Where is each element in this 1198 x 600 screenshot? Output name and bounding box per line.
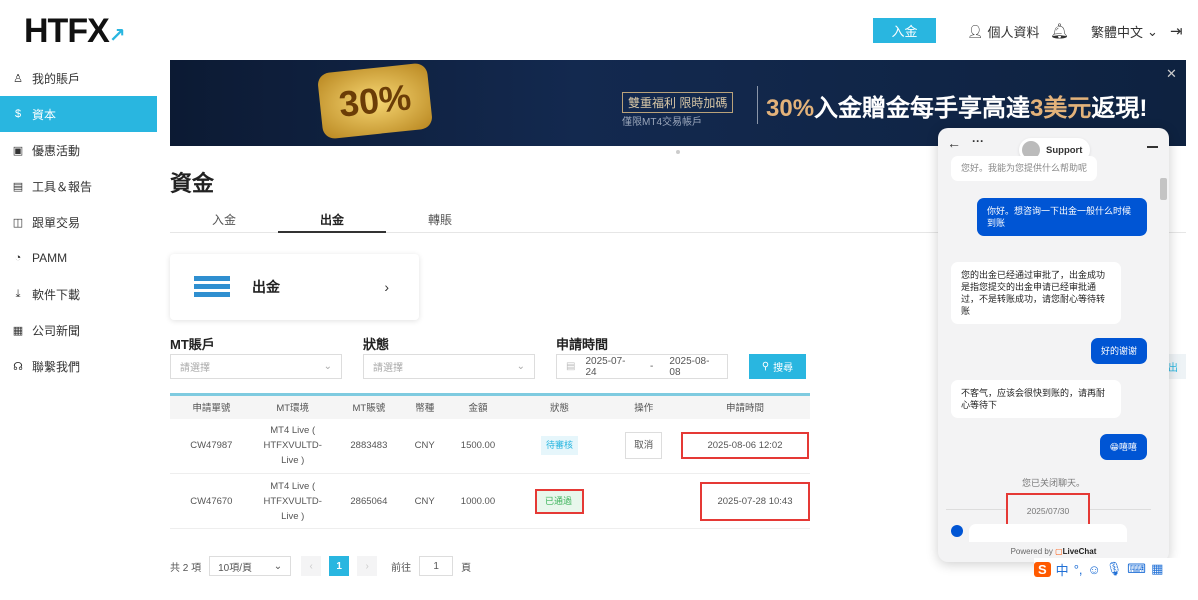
withdraw-table: 申請單號 MT環境 MT賬號 幣種 金額 狀態 操作 申請時間 CW47987 MT4 Liv… bbox=[170, 393, 810, 529]
minimize-icon[interactable] bbox=[1147, 146, 1158, 148]
chat-date: 2025/07/30 bbox=[1006, 493, 1090, 528]
book-icon: ▤ bbox=[12, 180, 24, 193]
chat-message: 😁嘻嘻 bbox=[1099, 434, 1147, 460]
powered-by[interactable]: Powered by ▢LiveChat bbox=[938, 547, 1169, 556]
user-icon: ♙ bbox=[13, 72, 23, 85]
gold-30-badge: 30% bbox=[316, 62, 434, 140]
sidebar-item-tools[interactable]: ▤ 工具＆報告 bbox=[0, 168, 157, 204]
arrow-icon: ↗ bbox=[108, 25, 126, 47]
chat-message: 您好。我能为您提供什么帮助呢 bbox=[951, 156, 1098, 181]
htfx-logo[interactable]: HTFX↗ bbox=[24, 12, 126, 51]
status-select[interactable]: 請選擇 ⌄ bbox=[363, 354, 535, 379]
table-header: 申請單號 MT環境 MT賬號 幣種 金額 狀態 操作 申請時間 bbox=[170, 394, 810, 419]
news-icon: ▦ bbox=[12, 324, 24, 337]
page-size-select[interactable]: 10項/頁 ⌄ bbox=[209, 556, 292, 576]
date-range-picker[interactable]: ▤ 2025-07-24-2025-08-08 bbox=[556, 354, 728, 379]
close-icon[interactable]: ✕ bbox=[1166, 66, 1177, 82]
chat-message: 不客气，应该会很快到账的，请再耐心等待下 bbox=[951, 380, 1121, 418]
scrollbar[interactable] bbox=[1160, 178, 1167, 200]
sidebar-item-promotions[interactable]: ▣ 優惠活動 bbox=[0, 132, 157, 168]
sidebar-item-account[interactable]: ♙ 我的賬戶 bbox=[0, 60, 157, 96]
banner-headline: 30%入金贈金每手享高達3美元返現! bbox=[766, 95, 1148, 122]
account-label: MT賬戶 bbox=[170, 337, 215, 352]
logout-icon[interactable]: ⇥ bbox=[1170, 22, 1183, 40]
back-arrow-icon[interactable]: ← bbox=[947, 135, 961, 151]
chevron-down-icon: ⌄ bbox=[1147, 23, 1158, 39]
mic-icon: 🎙︎ bbox=[1105, 561, 1123, 576]
livechat-icon: ▢ bbox=[1055, 547, 1063, 556]
search-button[interactable]: ⚲ 搜尋 bbox=[749, 354, 806, 379]
calendar-icon: ▤ bbox=[566, 361, 576, 372]
chevron-down-icon: ⌄ bbox=[323, 361, 332, 372]
banner-subtitle: 僅限MT4交易帳戶 bbox=[622, 117, 702, 128]
search-icon: ⚲ bbox=[761, 361, 770, 372]
chevron-down-icon: ⌄ bbox=[273, 560, 283, 572]
goto-page-input[interactable]: 1 bbox=[419, 556, 454, 576]
sidebar-item-contact[interactable]: ☊ 聯繫我們 bbox=[0, 348, 157, 384]
emoji-icon: ☺ bbox=[1087, 561, 1101, 577]
more-icon[interactable]: ··· bbox=[972, 134, 984, 148]
banner-tag: 雙重福利 限時加碼 bbox=[622, 92, 734, 113]
profile-link[interactable]: 👤︎ 個人資料 bbox=[967, 22, 1040, 41]
sidebar: ♙ 我的賬戶 $ 資本 ▣ 優惠活動 ▤ 工具＆報告 ◫ 跟單交易 ◔ PAMM ⤓ 軟件下載… bbox=[0, 60, 157, 384]
sogou-icon: S bbox=[1034, 561, 1051, 577]
tab-withdraw[interactable]: 出金 bbox=[278, 211, 386, 233]
download-icon: ⤓ bbox=[15, 287, 21, 300]
time-cell: 2025-07-28 10:43 bbox=[700, 481, 810, 521]
punctuation-icon: °, bbox=[1073, 561, 1083, 577]
tab-transfer[interactable]: 轉賬 bbox=[386, 211, 494, 228]
deposit-button[interactable]: 入金 bbox=[873, 18, 936, 43]
tab-deposit[interactable]: 入金 bbox=[170, 211, 278, 228]
account-select[interactable]: 請選擇 ⌄ bbox=[170, 354, 342, 379]
pagination: 共 2 項 10項/頁 ⌄ ‹ 1 › 前往 1 頁 bbox=[170, 556, 471, 576]
chat-message: 好的谢谢 bbox=[1090, 338, 1147, 364]
keyboard-icon: ⌨ bbox=[1127, 561, 1147, 576]
pie-icon: ◔ bbox=[14, 252, 22, 264]
chat-closed-notice: 您已关闭聊天。 bbox=[1021, 478, 1085, 488]
withdraw-icon bbox=[194, 276, 230, 298]
chat-message: 你好。想咨询一下出金一般什么时候到账 bbox=[977, 198, 1147, 236]
chevron-down-icon: ⌄ bbox=[516, 361, 525, 372]
banner-divider bbox=[757, 86, 758, 124]
table-row: CW47987 MT4 Live ( HTFXVULTD-Live ) 2883… bbox=[170, 418, 810, 474]
carousel-dot[interactable] bbox=[676, 150, 680, 154]
sidebar-item-capital[interactable]: $ 資本 bbox=[0, 96, 157, 132]
headset-icon: ☊ bbox=[13, 360, 23, 373]
language-select[interactable]: 繁體中文 ⌄ bbox=[1091, 22, 1158, 41]
withdraw-card[interactable]: 出金 › bbox=[170, 254, 419, 320]
user-icon: 👤︎ bbox=[967, 23, 984, 39]
time-cell: 2025-08-06 12:02 bbox=[681, 432, 809, 460]
bell-icon[interactable]: 🔔︎ bbox=[1050, 22, 1069, 40]
user-icon bbox=[951, 525, 963, 537]
prev-page-button[interactable]: ‹ bbox=[301, 556, 322, 576]
cancel-button[interactable]: 取消 bbox=[625, 432, 663, 460]
sidebar-item-download[interactable]: ⤓ 軟件下載 bbox=[0, 276, 157, 312]
sidebar-item-copy-trading[interactable]: ◫ 跟單交易 bbox=[0, 204, 157, 240]
skin-icon: ▦ bbox=[1151, 561, 1164, 576]
chevron-right-icon: › bbox=[384, 279, 389, 295]
message-input[interactable] bbox=[969, 524, 1127, 542]
page-title: 資金 bbox=[170, 171, 215, 196]
ime-toolbar[interactable]: S 中 °, ☺ 🎙︎ ⌨ ▦ bbox=[1034, 558, 1198, 580]
sidebar-item-news[interactable]: ▦ 公司新聞 bbox=[0, 312, 157, 348]
sidebar-item-pamm[interactable]: ◔ PAMM bbox=[0, 240, 157, 276]
status-badge: 已通過 bbox=[535, 488, 585, 514]
dollar-icon: $ bbox=[14, 108, 22, 120]
copy-icon: ◫ bbox=[12, 216, 24, 229]
gift-icon: ▣ bbox=[12, 144, 24, 157]
page-1-button[interactable]: 1 bbox=[329, 556, 350, 576]
table-row: CW47670 MT4 Live ( HTFXVULTD-Live ) 2865… bbox=[170, 473, 810, 529]
next-page-button[interactable]: › bbox=[357, 556, 378, 576]
status-label: 狀態 bbox=[363, 337, 390, 352]
status-badge: 待審核 bbox=[541, 436, 579, 456]
chat-message: 您的出金已经通过审批了，出金成功是指您提交的出金申请已经审批通过，不是转账成功，… bbox=[951, 262, 1121, 324]
livechat-widget: ← ··· Support 您好。我能为您提供什么帮助呢 你好。想咨询一下出金一… bbox=[938, 128, 1169, 562]
time-label: 申請時間 bbox=[556, 337, 609, 352]
